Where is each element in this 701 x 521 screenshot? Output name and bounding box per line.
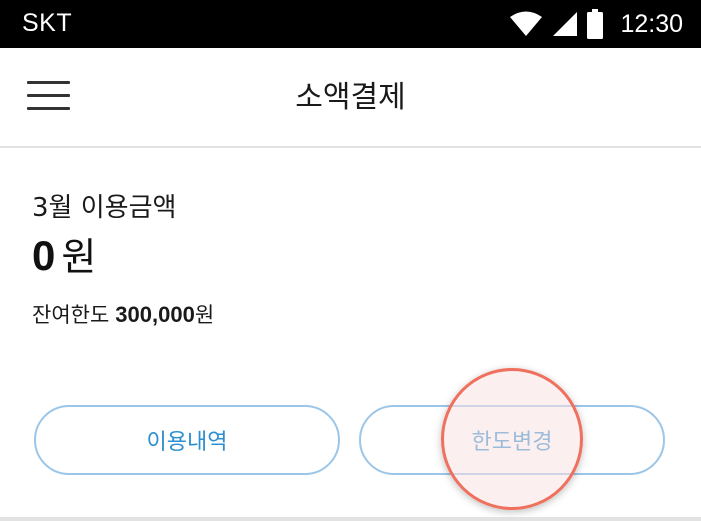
usage-history-button[interactable]: 이용내역 <box>34 405 340 475</box>
cell-signal-icon <box>553 12 578 36</box>
page-title: 소액결제 <box>295 80 406 115</box>
status-bar: SKT 12:30 <box>0 0 701 48</box>
remaining-limit: 잔여한도 300,000원 <box>32 300 672 330</box>
clock: 12:30 <box>620 9 683 38</box>
app-header: 소액결제 <box>0 48 701 148</box>
wifi-icon <box>510 11 543 36</box>
battery-icon <box>587 9 604 39</box>
remaining-limit-label: 잔여한도 <box>32 303 110 327</box>
usage-amount: 0원 <box>32 232 672 280</box>
remaining-limit-value: 300,000 <box>115 302 195 327</box>
remaining-limit-unit: 원 <box>194 303 215 327</box>
usage-summary: 3월 이용금액 0원 잔여한도 300,000원 <box>32 190 672 330</box>
change-limit-button[interactable]: 한도변경 <box>359 405 665 475</box>
change-limit-button-label: 한도변경 <box>471 430 553 455</box>
section-divider <box>0 517 701 521</box>
usage-history-button-label: 이용내역 <box>146 430 228 455</box>
monthly-usage-label: 3월 이용금액 <box>32 193 177 223</box>
status-icons: 12:30 <box>509 8 683 40</box>
usage-amount-unit: 원 <box>61 235 97 279</box>
carrier-name: SKT <box>22 9 73 37</box>
usage-amount-value: 0 <box>32 232 56 279</box>
